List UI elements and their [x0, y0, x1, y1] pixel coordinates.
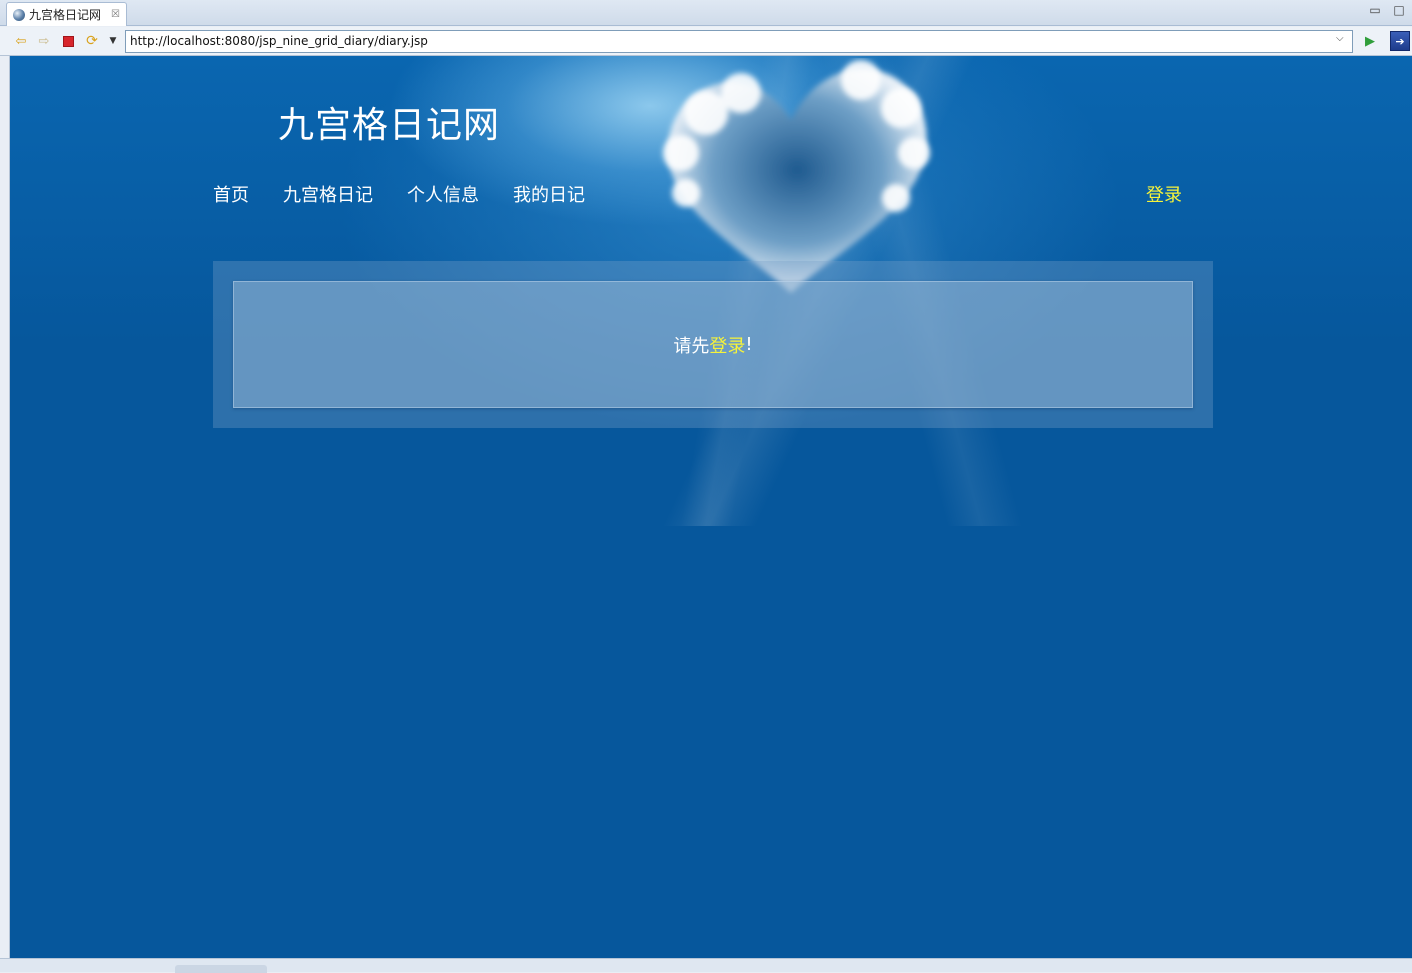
main-nav: 首页 九宫格日记 个人信息 我的日记	[213, 181, 585, 209]
nav-nine-grid-diary-link[interactable]: 九宫格日记	[283, 181, 373, 209]
browser-toolbar: ⇦ ⇨ ⟳ ▼ http://localhost:8080/jsp_nine_g…	[0, 27, 1412, 56]
site-title: 九宫格日记网	[278, 105, 501, 146]
address-bar[interactable]: http://localhost:8080/jsp_nine_grid_diar…	[125, 30, 1353, 53]
maximize-icon[interactable]: □	[1392, 3, 1406, 17]
nav-home-link[interactable]: 首页	[213, 181, 249, 209]
close-tab-icon[interactable]: ☒	[111, 9, 120, 20]
nav-my-diary-link[interactable]: 我的日记	[513, 181, 585, 209]
page-viewport: 九宫格日记网 首页 九宫格日记 个人信息 我的日记 登录 请先 登录!	[9, 56, 1412, 958]
back-icon[interactable]: ⇦	[12, 32, 30, 50]
notice-panel: 请先 登录!	[213, 261, 1213, 428]
status-bar	[0, 958, 1412, 973]
forward-icon[interactable]: ⇨	[35, 32, 53, 50]
address-dropdown-icon[interactable]: ⌵	[1336, 33, 1344, 44]
extension-icon[interactable]: ➔	[1390, 31, 1410, 51]
browser-tab[interactable]: 九宫格日记网 ☒	[6, 2, 127, 26]
go-icon[interactable]: ▶	[1361, 32, 1379, 50]
refresh-icon[interactable]: ⟳	[83, 32, 101, 50]
notice-login-link[interactable]: 登录	[709, 332, 745, 358]
nav-personal-info-link[interactable]: 个人信息	[407, 181, 479, 209]
notice-suffix: !	[745, 334, 753, 355]
browser-tab-title: 九宫格日记网	[29, 8, 102, 22]
notice-prefix: 请先	[673, 335, 710, 357]
stop-icon[interactable]	[59, 32, 77, 50]
browser-tab-bar: 九宫格日记网 ☒ ▭ □	[0, 0, 1412, 26]
login-link[interactable]: 登录	[1146, 181, 1182, 207]
minimize-icon[interactable]: ▭	[1368, 3, 1382, 17]
globe-icon	[13, 8, 25, 21]
notice-box: 请先 登录!	[233, 281, 1193, 408]
chevron-down-icon[interactable]: ▼	[104, 32, 122, 50]
window-controls: ▭ □	[1368, 3, 1406, 17]
